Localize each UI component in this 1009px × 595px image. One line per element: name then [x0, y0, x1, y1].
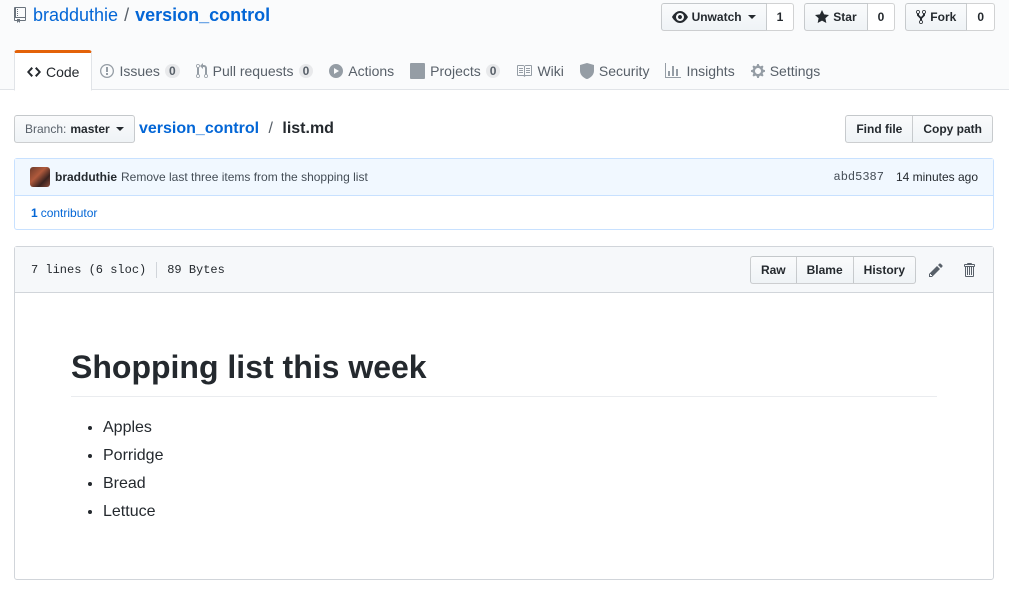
stars-count[interactable]: 0: [867, 3, 896, 31]
chevron-down-icon: [747, 15, 756, 19]
file-info: 7 lines (6 sloc) 89 Bytes: [31, 262, 225, 278]
tab-projects[interactable]: Projects 0: [402, 50, 508, 90]
repo-nav: Code Issues 0 Pull requests 0 Actions Pr…: [14, 50, 829, 91]
repo-title: bradduthie / version_control: [14, 5, 270, 26]
repo-name-link[interactable]: version_control: [135, 5, 270, 26]
project-icon: [410, 63, 426, 79]
repo-icon: [14, 6, 28, 25]
breadcrumb: version_control / list.md: [139, 120, 334, 138]
file-size: 89 Bytes: [167, 263, 225, 277]
fork-button[interactable]: Fork: [905, 3, 968, 31]
issue-icon: [100, 64, 115, 78]
tab-settings-label: Settings: [769, 63, 821, 79]
play-icon: [329, 64, 344, 78]
find-file-button[interactable]: Find file: [845, 115, 914, 143]
file-action-buttons: Raw Blame History: [749, 256, 916, 284]
gear-icon: [750, 64, 765, 78]
chevron-down-icon: [115, 127, 124, 131]
eye-icon: [671, 11, 688, 23]
repo-owner-link[interactable]: bradduthie: [33, 5, 118, 26]
commit-time: 14 minutes ago: [895, 170, 978, 184]
trash-icon[interactable]: [961, 262, 977, 278]
repo-actions: Unwatch 1 Star 0 Fork 0: [660, 3, 995, 31]
tab-code[interactable]: Code: [14, 50, 93, 91]
pull-request-icon: [195, 63, 208, 79]
tab-insights-label: Insights: [686, 63, 735, 79]
watch-group: Unwatch 1: [660, 3, 795, 31]
list-item: Lettuce: [103, 498, 937, 526]
tab-issues-label: Issues: [119, 63, 160, 79]
star-icon: [815, 10, 830, 23]
tab-actions-label: Actions: [348, 63, 395, 79]
list-item: Porridge: [103, 442, 937, 470]
repo-header: bradduthie / version_control Unwatch 1 S…: [0, 0, 1009, 91]
list-item: Apples: [103, 414, 937, 442]
file-actions: Raw Blame History: [749, 256, 977, 284]
tab-wiki[interactable]: Wiki: [508, 50, 571, 90]
tab-pull-requests[interactable]: Pull requests 0: [188, 50, 322, 90]
pull-requests-counter: 0: [298, 64, 314, 78]
tab-code-label: Code: [46, 63, 80, 80]
commit-author-link[interactable]: bradduthie: [55, 170, 117, 184]
graph-icon: [665, 63, 682, 78]
contributors-label: contributor: [40, 206, 98, 220]
file-lines: 7 lines (6 sloc): [31, 263, 147, 277]
file-box: 7 lines (6 sloc) 89 Bytes Raw Blame Hist…: [14, 246, 994, 580]
markdown-heading: Shopping list this week: [71, 347, 937, 397]
divider: [156, 262, 158, 278]
markdown-body: Shopping list this week Apples Porridge …: [71, 347, 937, 526]
contributors-link[interactable]: 1 contributor: [15, 196, 993, 230]
fork-icon: [916, 9, 927, 25]
code-icon: [27, 66, 41, 77]
blame-button[interactable]: Blame: [795, 256, 854, 284]
breadcrumb-file: list.md: [282, 120, 334, 137]
branch-label: Branch:: [25, 122, 67, 136]
tab-insights[interactable]: Insights: [657, 50, 742, 90]
file-nav-buttons: Find file Copy path: [845, 115, 993, 143]
commit-message-link[interactable]: Remove last three items from the shoppin…: [121, 170, 368, 184]
tab-issues[interactable]: Issues 0: [92, 50, 187, 90]
watchers-count[interactable]: 1: [766, 3, 795, 31]
tab-security[interactable]: Security: [572, 50, 658, 90]
list-item: Bread: [103, 470, 937, 498]
tab-actions[interactable]: Actions: [321, 50, 402, 90]
copy-path-button[interactable]: Copy path: [913, 115, 993, 143]
file-navigation: Branch: master version_control / list.md…: [14, 115, 993, 143]
projects-counter: 0: [485, 64, 501, 78]
tab-settings[interactable]: Settings: [743, 50, 829, 90]
fork-label: Fork: [930, 10, 957, 24]
unwatch-button[interactable]: Unwatch: [660, 3, 767, 31]
commit-sha-link[interactable]: abd5387: [834, 170, 884, 184]
breadcrumb-separator: /: [268, 120, 273, 137]
avatar[interactable]: [30, 167, 50, 187]
shopping-list: Apples Porridge Bread Lettuce: [71, 414, 937, 526]
star-group: Star 0: [804, 3, 896, 31]
raw-button[interactable]: Raw: [749, 256, 797, 284]
book-icon: [517, 65, 533, 77]
tab-security-label: Security: [598, 63, 650, 79]
latest-commit: bradduthie Remove last three items from …: [15, 159, 993, 196]
commit-meta: abd5387 14 minutes ago: [834, 170, 978, 184]
breadcrumb-root-link[interactable]: version_control: [139, 120, 259, 137]
branch-select-button[interactable]: Branch: master: [14, 115, 135, 143]
shield-icon: [579, 63, 594, 79]
pencil-icon[interactable]: [928, 262, 944, 278]
history-button[interactable]: History: [852, 256, 916, 284]
fork-group: Fork 0: [905, 3, 995, 31]
tab-projects-label: Projects: [430, 63, 481, 79]
commit-tease: bradduthie Remove last three items from …: [14, 158, 994, 230]
branch-name: master: [70, 122, 110, 136]
tab-wiki-label: Wiki: [537, 63, 564, 79]
tab-pull-requests-label: Pull requests: [212, 63, 294, 79]
forks-count[interactable]: 0: [967, 3, 995, 31]
file-header: 7 lines (6 sloc) 89 Bytes Raw Blame Hist…: [15, 247, 993, 293]
star-button[interactable]: Star: [804, 3, 868, 31]
repo-separator: /: [124, 5, 130, 25]
star-label: Star: [833, 10, 857, 24]
contributors-count: 1: [31, 206, 38, 220]
issues-counter: 0: [164, 64, 180, 78]
unwatch-label: Unwatch: [691, 10, 742, 24]
